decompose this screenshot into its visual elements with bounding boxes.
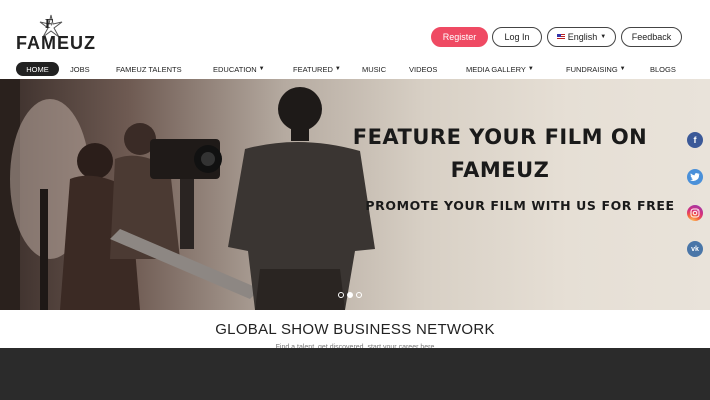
vk-icon[interactable]: vk bbox=[687, 241, 703, 257]
language-select[interactable]: English ▼ bbox=[547, 27, 616, 47]
chevron-down-icon: ▼ bbox=[600, 34, 607, 40]
language-label: English bbox=[567, 32, 598, 42]
chevron-down-icon: ▼ bbox=[619, 66, 626, 72]
twitter-icon[interactable] bbox=[687, 169, 703, 185]
nav-item-fundraising[interactable]: FUNDRAISING ▼ bbox=[566, 62, 626, 76]
hero-subtitle: PROMOTE YOUR FILM WITH US FOR FREE bbox=[365, 198, 675, 213]
hero-title: FEATURE YOUR FILM ON FAMEUZ bbox=[350, 121, 650, 187]
chevron-down-icon: ▼ bbox=[527, 66, 534, 72]
carousel-dot[interactable] bbox=[356, 292, 362, 298]
nav-item-home[interactable]: HOME bbox=[16, 62, 59, 76]
nav-item-label: HOME bbox=[26, 64, 49, 74]
hero-title-line1: FEATURE YOUR FILM ON bbox=[352, 125, 648, 149]
site-content: F FAMEUZ Register Log In English ▼ Feedb… bbox=[0, 0, 710, 348]
carousel-indicators bbox=[338, 292, 362, 298]
nav-item-label: FAMEUZ TALENTS bbox=[116, 64, 182, 74]
us-flag-icon bbox=[556, 34, 565, 40]
hero-title-line2: FAMEUZ bbox=[450, 158, 550, 182]
fameuz-logo[interactable]: F FAMEUZ bbox=[16, 12, 106, 54]
nav-item-label: VIDEOS bbox=[409, 64, 438, 74]
register-button[interactable]: Register bbox=[431, 27, 488, 47]
nav-item-label: BLOGS bbox=[650, 64, 676, 74]
nav-item-label: EDUCATION bbox=[213, 64, 257, 74]
twitter-bird-icon bbox=[690, 173, 700, 181]
logo-wordmark: FAMEUZ bbox=[16, 33, 96, 53]
hero-carousel[interactable]: FEATURE YOUR FILM ON FAMEUZ PROMOTE YOUR… bbox=[0, 79, 710, 310]
facebook-icon[interactable]: f bbox=[687, 132, 703, 148]
nav-item-label: MUSIC bbox=[362, 64, 387, 74]
nav-item-education[interactable]: EDUCATION ▼ bbox=[213, 62, 265, 76]
main-nav: HOME JOBS FAMEUZ TALENTS EDUCATION ▼ FEAT… bbox=[0, 62, 710, 78]
nav-item-label: JOBS bbox=[70, 64, 90, 74]
nav-item-music[interactable]: MUSIC bbox=[362, 62, 386, 76]
nav-item-jobs[interactable]: JOBS bbox=[70, 62, 90, 76]
film-set-image bbox=[0, 79, 375, 310]
nav-item-label: FEATURED bbox=[293, 64, 333, 74]
nav-item-media-gallery[interactable]: MEDIA GALLERY ▼ bbox=[466, 62, 534, 76]
carousel-dot-active[interactable] bbox=[347, 292, 353, 298]
logo-letter: F bbox=[45, 17, 54, 32]
nav-item-label: FUNDRAISING bbox=[566, 64, 618, 74]
carousel-dot[interactable] bbox=[338, 292, 344, 298]
section-title: GLOBAL SHOW BUSINESS NETWORK bbox=[215, 321, 495, 338]
chevron-down-icon: ▼ bbox=[258, 66, 265, 72]
nav-item-videos[interactable]: VIDEOS bbox=[409, 62, 437, 76]
instagram-camera-icon bbox=[690, 208, 700, 218]
section-subtitle: Find a talent, get discovered, start you… bbox=[275, 344, 435, 348]
page: F FAMEUZ Register Log In English ▼ Feedb… bbox=[0, 0, 710, 400]
instagram-icon[interactable] bbox=[687, 205, 703, 221]
login-button[interactable]: Log In bbox=[492, 27, 542, 47]
nav-item-featured[interactable]: FEATURED ▼ bbox=[293, 62, 341, 76]
feedback-button[interactable]: Feedback bbox=[621, 27, 682, 47]
chevron-down-icon: ▼ bbox=[334, 66, 341, 72]
nav-item-fameuz-talents[interactable]: FAMEUZ TALENTS bbox=[116, 62, 182, 76]
nav-item-blogs[interactable]: BLOGS bbox=[650, 62, 676, 76]
nav-item-label: MEDIA GALLERY bbox=[466, 64, 526, 74]
